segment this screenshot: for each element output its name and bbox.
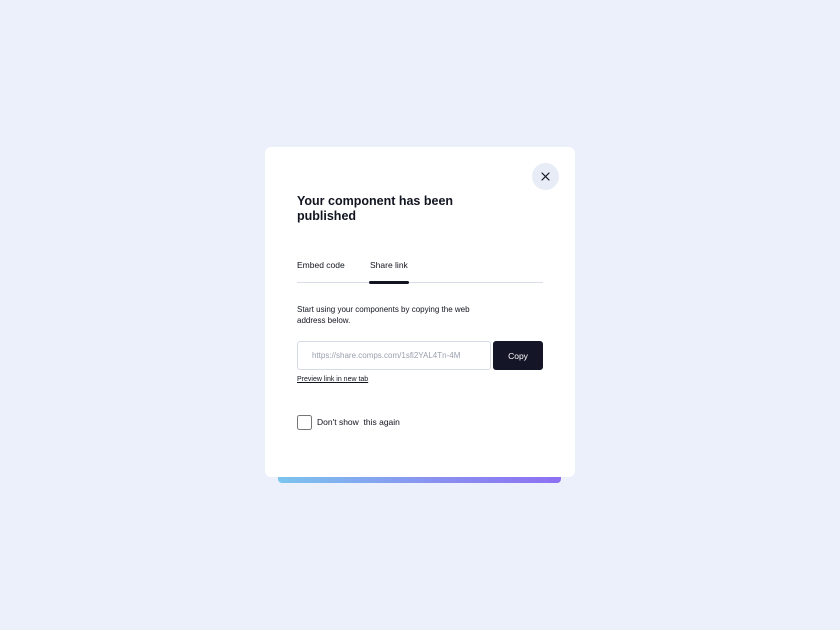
publish-dialog-container: Your component has been published Embed … xyxy=(265,147,575,483)
preview-link[interactable]: Preview link in new tab xyxy=(297,376,368,383)
tab-bar: Embed code Share link xyxy=(297,258,543,284)
close-button[interactable] xyxy=(532,163,559,190)
active-tab-indicator xyxy=(369,281,409,284)
dialog-title: Your component has been published xyxy=(297,194,454,223)
share-url-field[interactable] xyxy=(297,341,491,370)
tab-embed-code[interactable]: Embed code xyxy=(297,260,345,270)
tab-share-link[interactable]: Share link xyxy=(370,260,408,270)
dont-show-again-checkbox[interactable] xyxy=(297,414,312,430)
share-description: Start using your components by copying t… xyxy=(297,305,470,325)
dont-show-again-label[interactable]: Don't show this again xyxy=(317,417,400,427)
close-icon xyxy=(541,172,550,181)
dont-show-again-row: Don't show this again xyxy=(297,414,400,430)
copy-button[interactable]: Copy xyxy=(493,341,543,370)
publish-dialog: Your component has been published Embed … xyxy=(265,147,575,477)
